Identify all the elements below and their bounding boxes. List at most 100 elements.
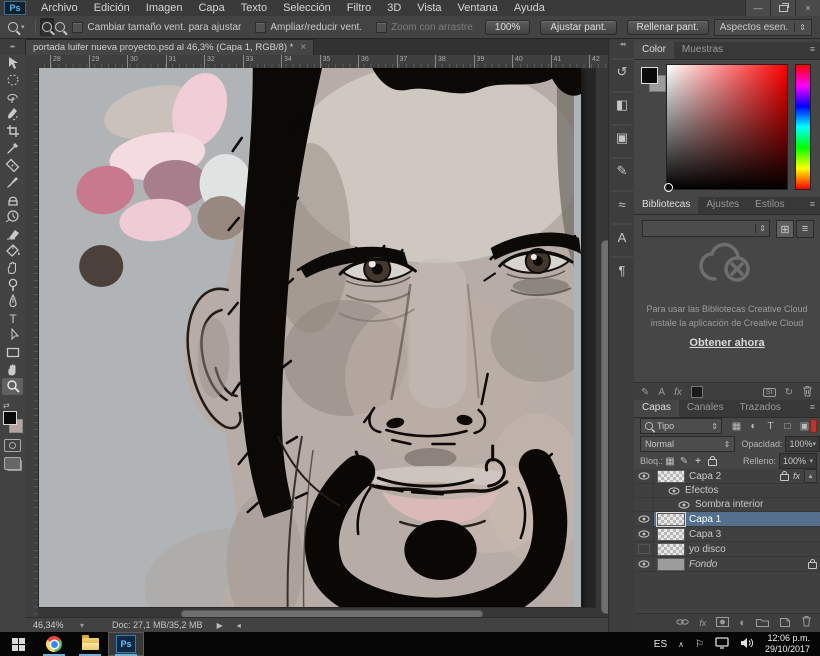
brush-settings-panel-icon[interactable]: ✎ bbox=[611, 157, 633, 183]
layer-name[interactable]: Capa 2 bbox=[689, 471, 721, 482]
lasso-tool[interactable] bbox=[2, 89, 23, 106]
status-flyout-icon[interactable]: ▾ bbox=[80, 621, 84, 630]
action-center-flag-icon[interactable]: ⚐ bbox=[695, 639, 704, 650]
taskbar-clock[interactable]: 12:06 p.m. 29/10/2017 bbox=[765, 633, 810, 655]
tab-canales[interactable]: Canales bbox=[679, 400, 732, 417]
workspace-selector[interactable]: Aspectos esen. ⇕ bbox=[714, 19, 812, 36]
canvas-painting[interactable] bbox=[39, 68, 581, 618]
brush-tool[interactable] bbox=[2, 174, 23, 191]
visibility-toggle[interactable] bbox=[678, 501, 690, 509]
move-tool[interactable] bbox=[2, 55, 23, 72]
layer-filter-type-dropdown[interactable]: Tipo ⇕ bbox=[640, 418, 722, 434]
hue-slider[interactable] bbox=[795, 64, 811, 190]
taskbar-chrome-button[interactable] bbox=[36, 632, 72, 656]
toolbar-collapse-control[interactable]: ▸▸ bbox=[0, 39, 25, 55]
layer-row-efectos[interactable]: Efectos bbox=[634, 484, 820, 498]
lock-all-icon[interactable] bbox=[708, 459, 717, 466]
layer-row-capa3[interactable]: Capa 3 bbox=[634, 527, 820, 542]
lock-position-icon[interactable]: + bbox=[691, 456, 705, 467]
crop-tool[interactable] bbox=[2, 123, 23, 140]
visibility-toggle[interactable] bbox=[634, 557, 654, 571]
properties-panel-icon[interactable]: ◧ bbox=[611, 91, 633, 117]
panel-menu-icon[interactable]: ≡ bbox=[805, 400, 820, 417]
document-tab[interactable]: portada luifer nueva proyecto.psd al 46,… bbox=[25, 39, 314, 55]
menu-ventana[interactable]: Ventana bbox=[450, 2, 506, 14]
screen-mode-button[interactable] bbox=[4, 457, 21, 470]
network-icon[interactable] bbox=[715, 637, 729, 652]
filter-toggle-switch[interactable] bbox=[810, 419, 817, 433]
lock-pixels-icon[interactable]: ✎ bbox=[677, 456, 691, 467]
menu-3d[interactable]: 3D bbox=[379, 2, 409, 14]
pen-tool[interactable] bbox=[2, 293, 23, 310]
paragraph-panel-icon[interactable]: ¶ bbox=[611, 256, 633, 282]
delete-layer-icon[interactable] bbox=[801, 614, 812, 632]
sync-icon[interactable]: ↻ bbox=[785, 387, 793, 398]
menu-edicion[interactable]: Edición bbox=[86, 2, 138, 14]
tab-trazados[interactable]: Trazados bbox=[732, 400, 789, 417]
clone-source-panel-icon[interactable]: ▣ bbox=[611, 124, 633, 150]
layer-thumbnail[interactable] bbox=[657, 543, 685, 556]
fit-screen-button[interactable]: Ajustar pant. bbox=[540, 20, 616, 35]
tray-expand-icon[interactable]: ∧ bbox=[678, 640, 684, 649]
layer-thumbnail[interactable] bbox=[657, 558, 685, 571]
new-group-icon[interactable] bbox=[756, 614, 769, 632]
panel-menu-icon[interactable]: ≡ bbox=[805, 197, 820, 214]
layer-thumbnail[interactable] bbox=[657, 528, 685, 541]
quick-mask-mode-button[interactable] bbox=[4, 439, 21, 452]
eyedropper-tool[interactable] bbox=[2, 140, 23, 157]
restore-button[interactable] bbox=[770, 0, 795, 16]
filter-pixel-layers-icon[interactable]: ▦ bbox=[728, 421, 745, 432]
link-layers-icon[interactable] bbox=[676, 614, 689, 632]
menu-archivo[interactable]: Archivo bbox=[33, 2, 86, 14]
close-tab-icon[interactable]: × bbox=[300, 42, 306, 53]
effect-name[interactable]: Sombra interior bbox=[695, 499, 763, 510]
menu-imagen[interactable]: Imagen bbox=[138, 2, 191, 14]
collapse-effects-icon[interactable]: ▴ bbox=[804, 469, 817, 483]
layer-row-fondo[interactable]: Fondo bbox=[634, 557, 820, 572]
volume-icon[interactable] bbox=[740, 637, 754, 652]
start-button[interactable] bbox=[0, 632, 36, 656]
swap-colors-icon[interactable]: ⇄ bbox=[3, 401, 10, 410]
menu-seleccion[interactable]: Selección bbox=[275, 2, 339, 14]
smudge-tool[interactable] bbox=[2, 259, 23, 276]
grid-view-button[interactable]: ⊞ bbox=[776, 220, 794, 238]
saturation-brightness-picker[interactable] bbox=[666, 64, 788, 190]
lock-transparency-icon[interactable]: ▦ bbox=[663, 456, 677, 467]
vertical-scrollbar[interactable] bbox=[595, 68, 608, 618]
empty-visibility-cell[interactable] bbox=[634, 484, 654, 497]
zoom-tool[interactable] bbox=[2, 378, 23, 395]
filter-shape-layers-icon[interactable]: □ bbox=[779, 421, 796, 432]
eraser-tool[interactable] bbox=[2, 225, 23, 242]
taskbar-photoshop-button[interactable]: Ps bbox=[108, 632, 144, 656]
opacity-value-box[interactable]: 100% ▾ bbox=[785, 436, 820, 452]
current-tool-selector[interactable]: ▾ bbox=[8, 22, 25, 32]
panel-menu-icon[interactable]: ≡ bbox=[805, 42, 820, 59]
horizontal-ruler[interactable]: 28 29 30 31 32 33 34 35 36 37 38 39 40 4… bbox=[38, 55, 608, 69]
stock-icon[interactable]: St bbox=[763, 388, 776, 397]
visibility-toggle-off[interactable] bbox=[634, 542, 654, 556]
empty-visibility-cell[interactable] bbox=[634, 498, 654, 511]
zoom-in-mode-button[interactable] bbox=[40, 18, 54, 36]
list-view-button[interactable]: ≡ bbox=[796, 220, 814, 238]
layer-name[interactable]: Capa 3 bbox=[689, 529, 721, 540]
tab-ajustes[interactable]: Ajustes bbox=[698, 197, 747, 214]
library-selector[interactable]: ⇕ bbox=[642, 220, 770, 237]
filter-type-layers-icon[interactable]: T bbox=[762, 421, 779, 432]
history-panel-icon[interactable]: ↺ bbox=[611, 58, 633, 84]
layer-mask-icon[interactable] bbox=[716, 614, 729, 632]
document-canvas[interactable] bbox=[39, 68, 581, 618]
minimize-button[interactable]: — bbox=[745, 0, 770, 16]
history-brush-tool[interactable] bbox=[2, 208, 23, 225]
layer-name[interactable]: yo disco bbox=[689, 544, 726, 555]
dodge-tool[interactable] bbox=[2, 276, 23, 293]
layer-style-icon[interactable]: fx bbox=[699, 618, 706, 628]
layer-row-capa2[interactable]: Capa 2 fx ▴ bbox=[634, 469, 820, 484]
status-play-icon[interactable]: ▶ bbox=[217, 621, 223, 630]
layer-row-yo-disco[interactable]: yo disco bbox=[634, 542, 820, 557]
zoom-level-field[interactable]: 46,34% bbox=[30, 620, 80, 630]
panel-foreground-swatch[interactable] bbox=[641, 67, 658, 84]
zoom-all-windows-option[interactable]: Ampliar/reducir vent. bbox=[255, 22, 362, 33]
trash-icon[interactable] bbox=[802, 385, 813, 400]
fill-screen-button[interactable]: Rellenar pant. bbox=[627, 20, 709, 35]
clone-stamp-tool[interactable] bbox=[2, 191, 23, 208]
